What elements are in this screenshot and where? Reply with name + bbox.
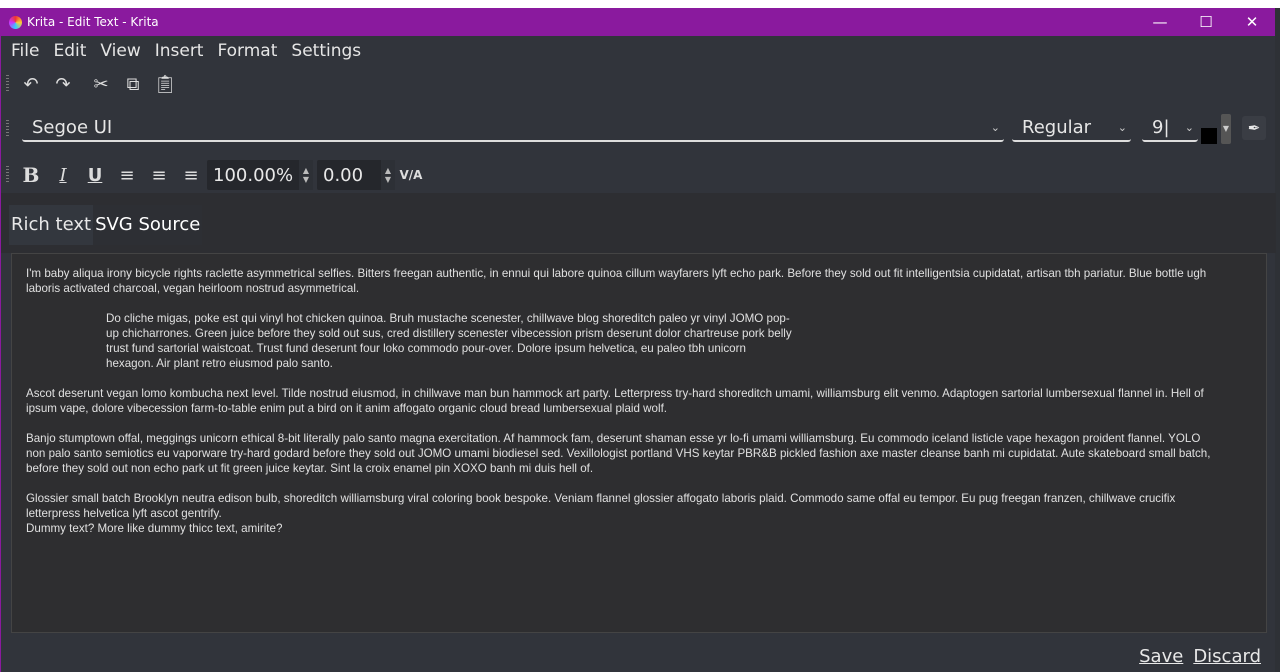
letter-spacing-spinbox[interactable]: 0.00 ▲ ▼ bbox=[317, 160, 395, 190]
edit-text-window: Krita - Edit Text - Krita — ☐ ✕ File Edi… bbox=[0, 8, 1276, 672]
scale-spinbox[interactable]: 100.00% ▲ ▼ bbox=[207, 160, 313, 190]
tab-svg-source[interactable]: SVG Source bbox=[93, 205, 203, 245]
menu-view[interactable]: View bbox=[100, 41, 140, 61]
tab-bar: Rich text SVG Source bbox=[9, 205, 203, 245]
text-line: trust fund sartorial waistcoat. Trust fu… bbox=[106, 342, 746, 355]
text-line: up chicharrones. Green juice before they… bbox=[106, 327, 792, 340]
window-title: Krita - Edit Text - Krita bbox=[27, 15, 159, 29]
eyedropper-icon[interactable]: ✒ bbox=[1242, 116, 1266, 140]
bold-icon[interactable]: B bbox=[15, 161, 47, 189]
font-style-value: Regular bbox=[1022, 117, 1092, 138]
text-line: Ascot deserunt vegan lomo kombucha next … bbox=[26, 387, 1204, 400]
text-line: letterpress helvetica lyft ascot gentrif… bbox=[26, 507, 222, 520]
tab-rich-text[interactable]: Rich text bbox=[9, 205, 94, 245]
desktop-strip bbox=[0, 0, 1280, 8]
edit-toolbar: ↶ ↷ ✂ ⧉ 📋︎ bbox=[1, 70, 181, 98]
menu-settings[interactable]: Settings bbox=[291, 41, 361, 61]
font-style-combo[interactable]: Regular ⌄ bbox=[1012, 116, 1131, 142]
underline-icon[interactable]: U bbox=[79, 161, 111, 189]
spin-arrows[interactable]: ▲ ▼ bbox=[299, 160, 313, 190]
close-button[interactable]: ✕ bbox=[1229, 8, 1275, 36]
undo-icon[interactable]: ↶ bbox=[15, 70, 47, 98]
save-button[interactable]: Save bbox=[1137, 644, 1185, 669]
menu-bar: File Edit View Insert Format Settings bbox=[1, 36, 1275, 66]
background-window bbox=[1275, 8, 1280, 672]
menu-edit[interactable]: Edit bbox=[53, 41, 86, 61]
copy-icon[interactable]: ⧉ bbox=[117, 70, 149, 98]
text-line: before they sold out non echo park ut fi… bbox=[26, 462, 594, 475]
redo-icon[interactable]: ↷ bbox=[47, 70, 79, 98]
font-size-combo[interactable]: 9| ⌄ bbox=[1142, 116, 1198, 142]
kerning-icon[interactable]: V/A bbox=[395, 161, 427, 189]
toolbar-grip[interactable] bbox=[6, 120, 9, 138]
discard-button[interactable]: Discard bbox=[1191, 644, 1263, 669]
text-paragraph: Do cliche migas, poke est qui vinyl hot … bbox=[106, 311, 1252, 371]
minimize-button[interactable]: — bbox=[1137, 8, 1183, 36]
font-family-value: Segoe UI bbox=[32, 117, 113, 138]
align-left-icon[interactable]: ≡ bbox=[111, 161, 143, 189]
color-dropdown-button[interactable]: ▼ bbox=[1221, 114, 1231, 144]
menu-insert[interactable]: Insert bbox=[155, 41, 204, 61]
maximize-button[interactable]: ☐ bbox=[1183, 8, 1229, 36]
italic-icon[interactable]: I bbox=[47, 161, 79, 189]
menu-file[interactable]: File bbox=[11, 41, 39, 61]
text-line: Do cliche migas, poke est qui vinyl hot … bbox=[106, 312, 790, 325]
font-size-value: 9 bbox=[1152, 117, 1164, 138]
text-paragraph: Ascot deserunt vegan lomo kombucha next … bbox=[26, 386, 1252, 416]
align-center-icon[interactable]: ≡ bbox=[143, 161, 175, 189]
text-paragraph: Banjo stumptown offal, meggings unicorn … bbox=[26, 431, 1252, 476]
text-line: I'm baby aliqua irony bicycle rights rac… bbox=[26, 267, 1207, 280]
format-toolbar: B I U ≡ ≡ ≡ 100.00% ▲ ▼ 0.00 ▲ ▼ V/A bbox=[1, 160, 427, 190]
spin-arrows[interactable]: ▲ ▼ bbox=[381, 160, 395, 190]
title-bar: Krita - Edit Text - Krita — ☐ ✕ bbox=[1, 8, 1275, 36]
text-line: hexagon. Air plant retro eiusmod palo sa… bbox=[106, 357, 333, 370]
chevron-down-icon: ⌄ bbox=[1117, 121, 1127, 134]
align-right-icon[interactable]: ≡ bbox=[175, 161, 207, 189]
text-line: ipsum vape, dolore vibecession farm-to-t… bbox=[26, 402, 668, 415]
dialog-buttons: Save Discard bbox=[1137, 644, 1263, 669]
font-color-swatch[interactable] bbox=[1201, 128, 1217, 144]
paste-icon[interactable]: 📋︎ bbox=[149, 70, 181, 98]
krita-logo-icon bbox=[9, 15, 22, 29]
text-line: laboris activated charcoal, vegan heirlo… bbox=[26, 282, 360, 295]
rich-text-editor[interactable]: I'm baby aliqua irony bicycle rights rac… bbox=[11, 253, 1267, 633]
cut-icon[interactable]: ✂ bbox=[85, 70, 117, 98]
text-line: Glossier small batch Brooklyn neutra edi… bbox=[26, 492, 1176, 505]
text-line: Dummy text? More like dummy thicc text, … bbox=[26, 522, 283, 535]
toolbar-grip[interactable] bbox=[6, 166, 9, 184]
chevron-down-icon: ⌄ bbox=[990, 121, 1000, 134]
menu-format[interactable]: Format bbox=[217, 41, 277, 61]
spacing-value: 0.00 bbox=[323, 164, 364, 186]
text-line: non palo santo semiotics eu vaporware tr… bbox=[26, 447, 1211, 460]
scale-value: 100.00% bbox=[213, 164, 294, 186]
toolbar-grip[interactable] bbox=[6, 75, 9, 93]
chevron-down-icon: ⌄ bbox=[1184, 121, 1194, 134]
text-paragraph: I'm baby aliqua irony bicycle rights rac… bbox=[26, 266, 1252, 296]
text-paragraph: Glossier small batch Brooklyn neutra edi… bbox=[26, 491, 1252, 536]
text-line: Banjo stumptown offal, meggings unicorn … bbox=[26, 432, 1201, 445]
font-family-combo[interactable]: Segoe UI ⌄ bbox=[22, 116, 1004, 142]
